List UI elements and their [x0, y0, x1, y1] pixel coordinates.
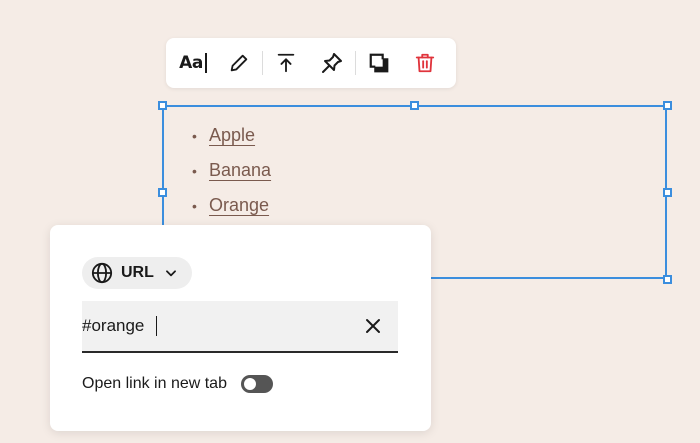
resize-handle-top-right[interactable] — [663, 101, 672, 110]
floating-toolbar: Aa — [166, 38, 456, 88]
list-item-link[interactable]: Orange — [209, 195, 269, 216]
delete-button[interactable] — [408, 46, 442, 80]
text-cursor — [156, 316, 157, 336]
toolbar-divider — [262, 51, 263, 75]
bullet: • — [192, 127, 197, 144]
list-item-link[interactable]: Banana — [209, 160, 271, 181]
pin-button[interactable] — [315, 46, 349, 80]
duplicate-icon — [369, 53, 389, 73]
bulleted-list: • Apple • Banana • Orange — [192, 118, 271, 223]
toggle-knob — [243, 378, 256, 390]
list-item: • Banana — [192, 153, 271, 188]
clear-url-button[interactable] — [362, 315, 384, 337]
resize-handle-middle-left[interactable] — [158, 188, 167, 197]
bullet: • — [192, 197, 197, 214]
open-in-new-tab-label: Open link in new tab — [82, 375, 227, 392]
move-to-top-button[interactable] — [269, 46, 303, 80]
resize-handle-top-left[interactable] — [158, 101, 167, 110]
list-item: • Orange — [192, 188, 271, 223]
resize-handle-bottom-right[interactable] — [663, 275, 672, 284]
link-type-dropdown[interactable]: URL — [82, 257, 192, 289]
close-icon — [366, 319, 380, 333]
trash-icon — [415, 53, 435, 73]
open-in-new-tab-row: Open link in new tab — [82, 375, 273, 393]
list-item: • Apple — [192, 118, 271, 153]
text-style-label: Aa — [179, 53, 203, 73]
resize-handle-middle-right[interactable] — [663, 188, 672, 197]
url-field[interactable] — [82, 301, 398, 353]
chevron-down-icon — [165, 270, 176, 277]
text-style-icon: Aa — [179, 53, 207, 73]
toolbar-divider — [355, 51, 356, 75]
bullet: • — [192, 162, 197, 179]
url-input[interactable] — [82, 311, 156, 341]
pencil-icon — [230, 54, 248, 72]
pin-icon — [322, 53, 342, 73]
duplicate-button[interactable] — [362, 46, 396, 80]
link-popover: URL Open link in new tab — [50, 225, 431, 431]
list-item-link[interactable]: Apple — [209, 125, 255, 146]
globe-icon — [91, 262, 113, 284]
link-type-label: URL — [121, 264, 154, 281]
text-style-button[interactable]: Aa — [178, 46, 208, 80]
open-in-new-tab-toggle[interactable] — [240, 375, 273, 393]
align-top-arrow-icon — [277, 53, 295, 73]
resize-handle-top-middle[interactable] — [410, 101, 419, 110]
edit-button[interactable] — [222, 46, 256, 80]
